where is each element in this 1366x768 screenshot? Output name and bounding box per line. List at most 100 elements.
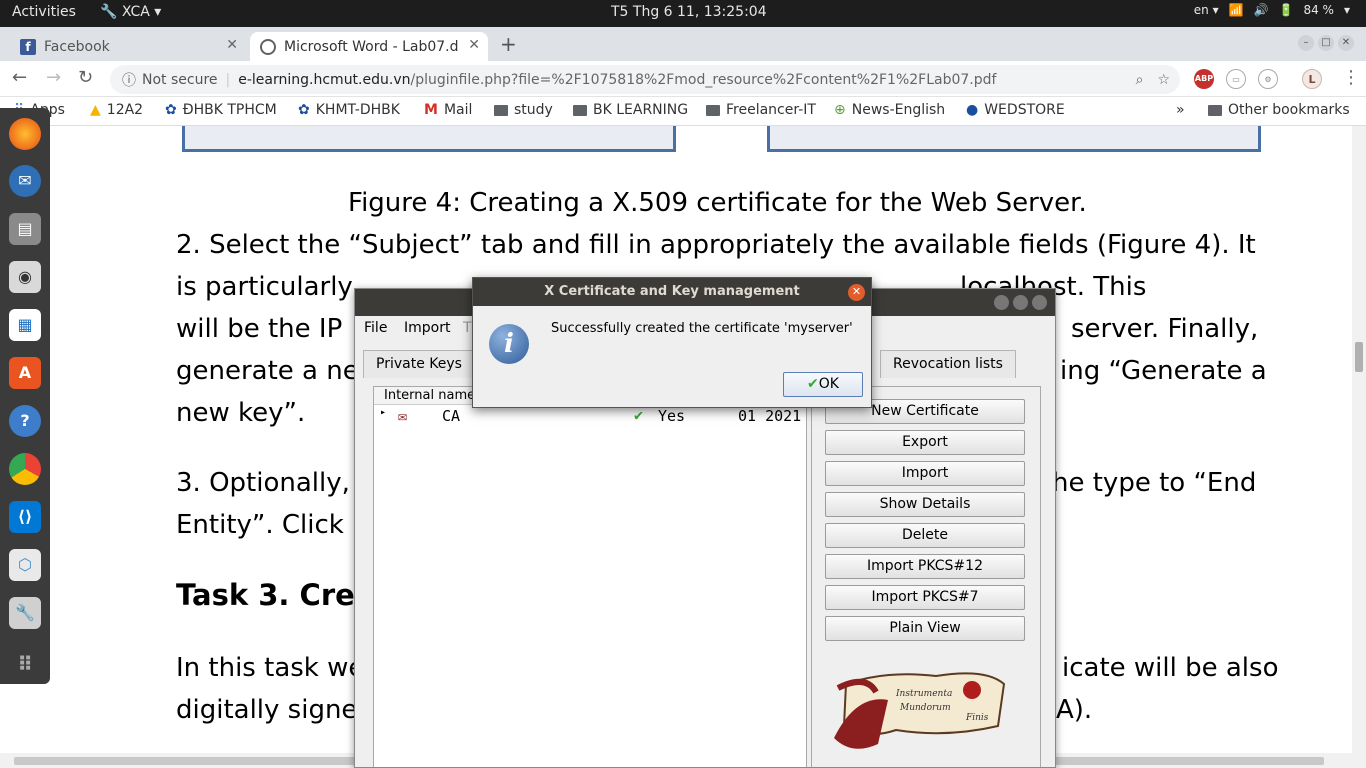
delete-button[interactable]: Delete [825, 523, 1025, 548]
close-icon[interactable]: ✕ [848, 284, 865, 301]
software-center-icon[interactable]: A [9, 357, 41, 389]
bookmark-freelancer[interactable]: Freelancer-IT [706, 102, 816, 118]
tab-facebook[interactable]: f Facebook ✕ [10, 32, 246, 61]
clock[interactable]: T5 Thg 6 11, 13:25:04 [611, 4, 767, 20]
plain-view-button[interactable]: Plain View [825, 616, 1025, 641]
tab-title: Facebook [44, 38, 110, 55]
paragraph-line: server. Finally, [1071, 314, 1259, 344]
certificate-icon: ✉ [398, 407, 408, 425]
package-icon[interactable]: ⬡ [9, 549, 41, 581]
address-bar[interactable]: ⓘ Not secure | e-learning.hcmut.edu.vn/p… [110, 65, 1180, 94]
profile-avatar[interactable]: L [1302, 69, 1322, 89]
export-button[interactable]: Export [825, 430, 1025, 455]
bookmark-12a2[interactable]: ▲ 12A2 [90, 102, 143, 118]
close-window-icon[interactable] [1032, 295, 1047, 310]
gmail-icon: M [424, 102, 438, 118]
dialog-title[interactable]: X Certificate and Key management [473, 278, 871, 306]
firefox-icon[interactable] [9, 118, 41, 150]
ok-label: OK [818, 376, 839, 392]
bookmark-label: KHMT-DHBK [315, 102, 400, 118]
bookmark-mail[interactable]: M Mail [424, 102, 472, 118]
tab-title: Microsoft Word - Lab07.d [284, 38, 459, 55]
expand-arrow-icon[interactable]: ▸ [380, 407, 386, 418]
maximize-icon[interactable]: □ [1318, 35, 1334, 51]
chrome-icon[interactable] [9, 453, 41, 485]
new-tab-button[interactable]: + [500, 32, 517, 56]
tab-revocation-lists[interactable]: Revocation lists [880, 350, 1016, 378]
import-pkcs12-button[interactable]: Import PKCS#12 [825, 554, 1025, 579]
files-icon[interactable]: ▤ [9, 213, 41, 245]
vertical-scrollbar[interactable] [1352, 126, 1366, 753]
bookmark-label: BK LEARNING [593, 102, 689, 118]
ok-button[interactable]: ✔OK [783, 372, 863, 397]
zoom-icon[interactable]: ⌕ [1136, 72, 1144, 88]
vscode-icon[interactable]: ⟨⟩ [9, 501, 41, 533]
xca-icon[interactable]: 🔧 [9, 597, 41, 629]
menu-token[interactable]: T [463, 320, 472, 336]
minimize-icon[interactable]: – [1298, 35, 1314, 51]
bookmarks-bar: ⠿Apps ▲12A2 ✿ĐHBK TPHCM ✿KHMT-DHBK MMail… [0, 97, 1366, 126]
system-tray[interactable]: en ▾ 📶 🔊 🔋 84 % ▾ [1194, 3, 1350, 17]
bookmark-news-english[interactable]: ⊕ News-English [834, 102, 945, 118]
show-details-button[interactable]: Show Details [825, 492, 1025, 517]
bookmark-label: ĐHBK TPHCM [182, 102, 277, 118]
bookmark-khmt[interactable]: ✿ KHMT-DHBK [298, 102, 400, 118]
scrollbar-thumb[interactable] [1355, 342, 1363, 372]
chevron-down-icon: ▾ [154, 4, 162, 20]
figure-image-left [182, 126, 676, 152]
extension-icon[interactable]: ⚙ [1258, 69, 1278, 89]
tab-private-keys[interactable]: Private Keys [363, 350, 475, 378]
bookmark-label: study [514, 102, 553, 118]
reload-icon[interactable]: ↻ [78, 67, 93, 88]
extension-icon[interactable]: ▭ [1226, 69, 1246, 89]
scroll-text: Mundorum [899, 703, 951, 713]
app-menu[interactable]: 🔧 XCA ▾ [100, 4, 161, 20]
globe-icon: ⊕ [834, 102, 846, 118]
maximize-icon[interactable] [1013, 295, 1028, 310]
table-row[interactable]: ▸ ✉ CA ✔ Yes 01 2021 [374, 405, 806, 427]
menu-file[interactable]: File [364, 320, 387, 336]
show-apps-icon[interactable]: ⠿ [9, 648, 41, 680]
volume-icon: 🔊 [1253, 3, 1269, 17]
separator: | [225, 71, 231, 88]
bookmark-wedstore[interactable]: ● WEDSTORE [966, 102, 1065, 118]
globe-icon [260, 38, 276, 55]
bookmark-label: Freelancer-IT [726, 102, 816, 118]
bookmark-bk-learning[interactable]: BK LEARNING [573, 102, 688, 118]
activities-button[interactable]: Activities [12, 4, 76, 20]
bookmark-study[interactable]: study [494, 102, 553, 118]
security-label: Not secure [142, 71, 218, 88]
back-icon[interactable]: ← [12, 67, 27, 88]
menu-import[interactable]: Import [404, 320, 450, 336]
figure-image-right [767, 126, 1261, 152]
info-icon[interactable]: ⓘ [122, 70, 136, 90]
bookmark-dhbk[interactable]: ✿ ĐHBK TPHCM [165, 102, 277, 118]
forward-icon[interactable]: → [46, 67, 61, 88]
bookmark-other[interactable]: Other bookmarks [1208, 102, 1350, 118]
rhythmbox-icon[interactable]: ◉ [9, 261, 41, 293]
battery-percentage: 84 % [1303, 3, 1334, 17]
import-button[interactable]: Import [825, 461, 1025, 486]
bookmark-label: News-English [851, 102, 946, 118]
tab-strip: f Facebook ✕ Microsoft Word - Lab07.d ✕ … [0, 27, 1366, 61]
dock: ✉ ▤ ◉ ▦ A ? ⟨⟩ ⬡ 🔧 ⠿ [0, 108, 50, 684]
chevron-down-icon: ▾ [1343, 3, 1350, 17]
adblock-icon[interactable]: ABP [1194, 69, 1214, 89]
certificate-list[interactable]: Internal name ▸ ✉ CA ✔ Yes 01 2021 [373, 386, 807, 767]
close-tab-icon[interactable]: ✕ [226, 37, 238, 53]
tab-lab07[interactable]: Microsoft Word - Lab07.d ✕ [250, 32, 488, 61]
language-indicator[interactable]: en ▾ [1194, 3, 1219, 17]
close-window-icon[interactable]: ✕ [1338, 35, 1354, 51]
help-icon[interactable]: ? [9, 405, 41, 437]
writer-icon[interactable]: ▦ [9, 309, 41, 341]
message-dialog: X Certificate and Key management ✕ i Suc… [472, 277, 872, 408]
bookmark-star-icon[interactable]: ☆ [1157, 72, 1170, 88]
import-pkcs7-button[interactable]: Import PKCS#7 [825, 585, 1025, 610]
url-path: /pluginfile.php?file=%2F1075818%2Fmod_re… [410, 71, 997, 88]
menu-icon[interactable]: ⋮ [1342, 67, 1360, 88]
thunderbird-icon[interactable]: ✉ [9, 165, 41, 197]
close-tab-icon[interactable]: ✕ [468, 37, 480, 53]
checkmark-icon: ✔ [634, 406, 644, 424]
minimize-icon[interactable] [994, 295, 1009, 310]
more-bookmarks-button[interactable]: » [1176, 102, 1185, 118]
